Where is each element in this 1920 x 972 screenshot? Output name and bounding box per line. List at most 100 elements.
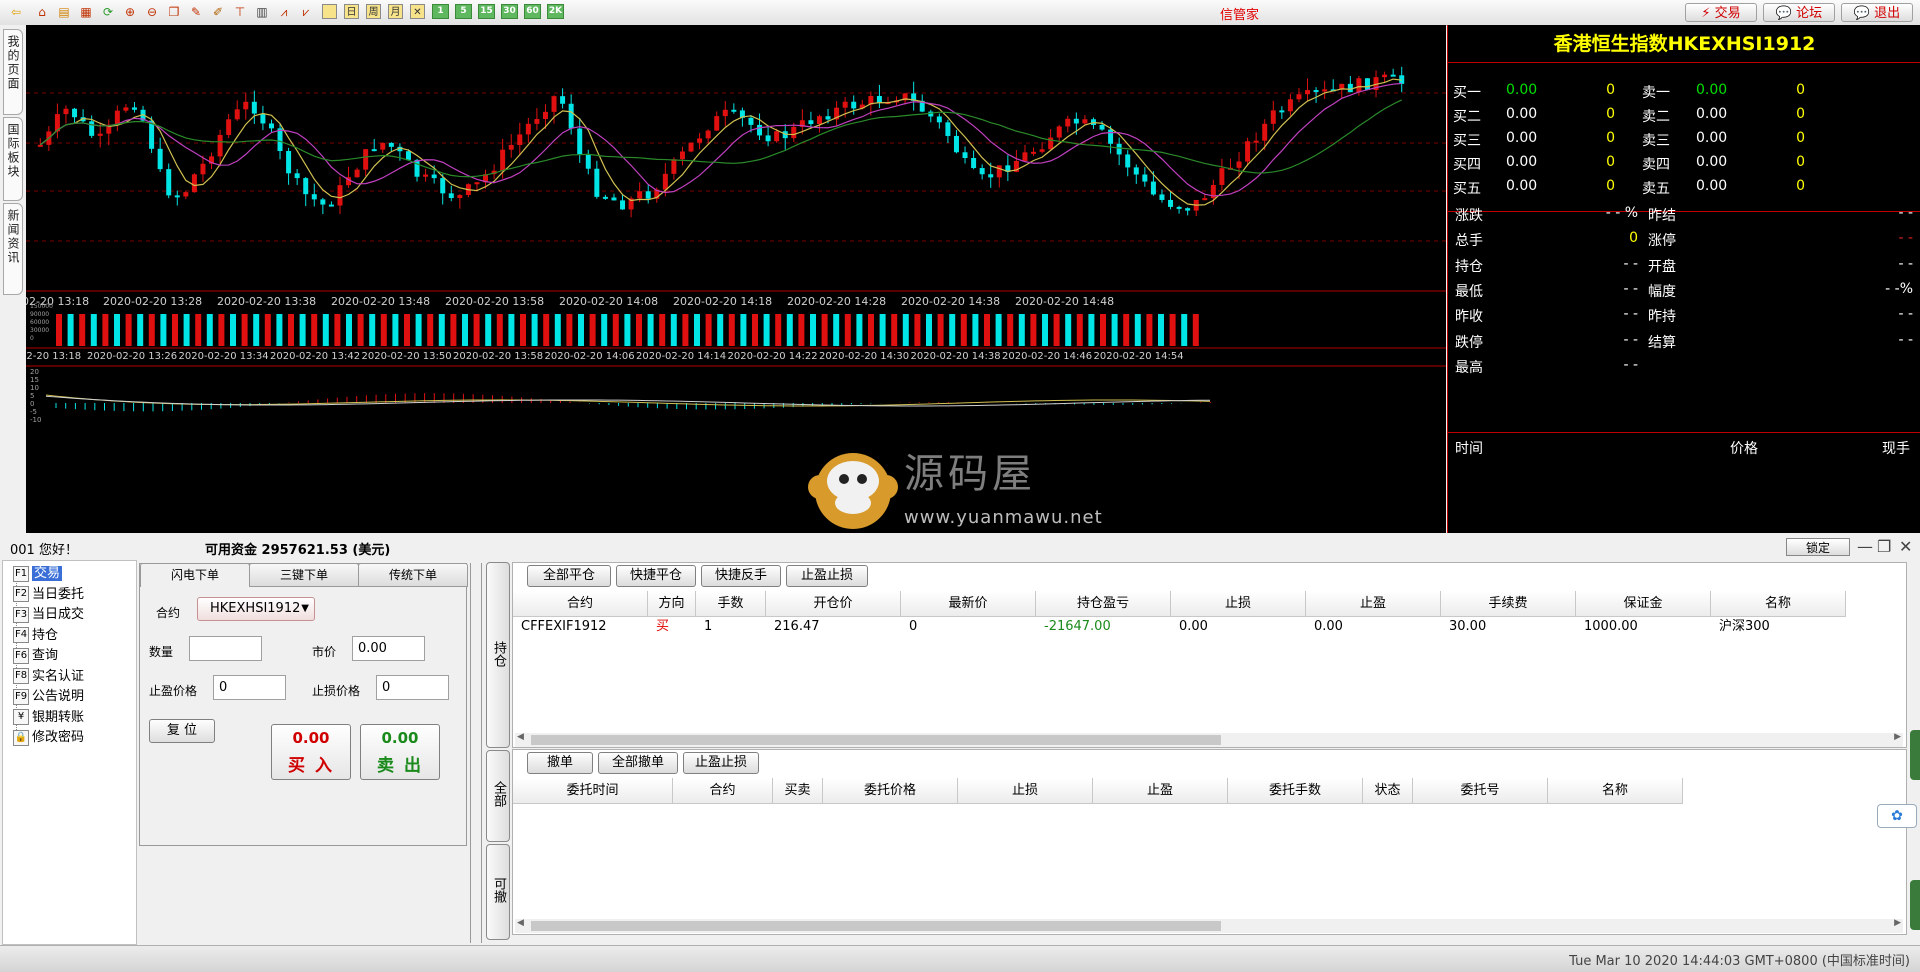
order-action-button[interactable]: 全部撤单 [598,752,678,774]
position-action-button[interactable]: 止盈止损 [786,565,868,587]
column-header[interactable]: 合约 [673,778,773,804]
column-header[interactable]: 买卖 [773,778,823,804]
menu-item[interactable]: F4 持仓 [13,627,58,645]
refresh-book-icon[interactable]: ▦ [78,4,94,20]
month-button[interactable]: 月 [388,4,403,19]
column-header[interactable]: 合约 [513,591,648,617]
position-action-button[interactable]: 快捷平仓 [616,565,696,587]
scroll-right-icon[interactable]: ▶ [1894,732,1901,742]
tab-positions[interactable]: 持仓 [486,562,510,748]
back-arrow-icon[interactable]: ⇦ [8,4,24,20]
tab-my-page[interactable]: 我的页面 [3,29,23,115]
tab-traditional-order[interactable]: 传统下单 [358,563,468,587]
scroll-right-icon[interactable]: ▶ [1894,918,1901,928]
period-2k-button[interactable]: 2K [547,4,564,19]
day-button[interactable]: 日 [344,4,359,19]
column-header[interactable]: 最新价 [901,591,1036,617]
calendar-day-icon[interactable] [322,4,337,19]
period-5min-button[interactable]: 5 [455,4,472,19]
splitter[interactable] [470,563,482,943]
column-header[interactable]: 止盈 [1306,591,1441,617]
column-header[interactable]: 手续费 [1441,591,1576,617]
order-action-button[interactable]: 止盈止损 [683,752,759,774]
menu-item[interactable]: F6 查询 [13,647,58,665]
column-header[interactable]: 状态 [1363,778,1413,804]
position-action-button[interactable]: 快捷反手 [701,565,781,587]
menu-item[interactable]: F9 公告说明 [13,688,84,706]
tab-flash-order[interactable]: 闪电下单 [140,563,250,587]
home-icon[interactable]: ⌂ [34,4,50,20]
stop-loss-input[interactable]: 0 [376,675,449,700]
zoom-in-icon[interactable]: ⊕ [122,4,138,20]
filter-icon[interactable]: ⊤ [232,4,248,20]
menu-item[interactable]: 🔒 修改密码 [13,729,84,747]
draw-icon[interactable]: ✐ [210,4,226,20]
buy-button[interactable]: 0.00 买 入 [271,724,351,780]
column-header[interactable]: 手数 [696,591,766,617]
scroll-thumb[interactable] [531,735,1221,745]
tab-all-orders[interactable]: 全部 [486,750,510,842]
period-15min-button[interactable]: 15 [478,4,495,19]
column-header[interactable]: 方向 [648,591,696,617]
cross-icon[interactable]: ✕ [410,4,425,19]
menu-item[interactable]: F8 实名认证 [13,668,84,686]
trend-chart-icon[interactable]: ⩗ [298,4,314,20]
refresh-icon[interactable]: ⟳ [100,4,116,20]
side-handle[interactable] [1910,730,1920,780]
position-action-button[interactable]: 全部平仓 [527,565,611,587]
column-header[interactable]: 委托手数 [1228,778,1363,804]
tab-international[interactable]: 国际板块 [3,117,23,201]
forum-button[interactable]: 💬 论坛 [1763,3,1835,22]
line-chart-icon[interactable]: ⩘ [276,4,292,20]
column-header[interactable]: 止盈 [1093,778,1228,804]
tab-cancelable[interactable]: 可撤 [486,844,510,940]
menu-item[interactable]: F1 交易 [13,565,63,583]
restore-icon[interactable]: ❐ [1877,537,1891,556]
pencil-icon[interactable]: ✎ [188,4,204,20]
scroll-thumb[interactable] [531,921,1221,931]
folder-icon[interactable]: ▤ [56,4,72,20]
tab-news[interactable]: 新闻资讯 [3,203,23,295]
column-header[interactable]: 保证金 [1576,591,1711,617]
sell-button[interactable]: 0.00 卖 出 [360,724,440,780]
column-header[interactable]: 委托时间 [513,778,673,804]
period-60min-button[interactable]: 60 [524,4,541,19]
horizontal-scrollbar[interactable]: ◀ ▶ [515,918,1903,933]
take-profit-input[interactable]: 0 [213,675,286,700]
chart-canvas[interactable]: 02-20 13:18 2020-02-20 13:28 2020-02-20 13… [20,25,1446,533]
period-30min-button[interactable]: 30 [501,4,518,19]
menu-item[interactable]: F2 当日委托 [13,586,84,604]
column-header[interactable]: 开仓价 [766,591,901,617]
menu-item[interactable]: ¥ 银期转账 [13,709,84,727]
column-header[interactable]: 名称 [1548,778,1683,804]
lock-button[interactable]: 锁定 [1786,538,1850,556]
side-handle[interactable] [1910,880,1920,930]
trade-button[interactable]: ⚡ 交易 [1685,3,1757,22]
contract-select[interactable]: HKEXHSI1912 ▼ [197,597,315,621]
zoom-out-icon[interactable]: ⊖ [144,4,160,20]
scroll-left-icon[interactable]: ◀ [517,732,524,742]
period-1min-button[interactable]: 1 [432,4,449,19]
column-header[interactable]: 委托价格 [823,778,958,804]
column-header[interactable]: 止损 [1171,591,1306,617]
column-header[interactable]: 持仓盈亏 [1036,591,1171,617]
week-button[interactable]: 周 [366,4,381,19]
column-header[interactable]: 委托号 [1413,778,1548,804]
reset-button[interactable]: 复 位 [149,719,215,743]
close-icon[interactable]: ✕ [1899,537,1912,556]
minimize-icon[interactable]: — [1857,537,1873,556]
column-header[interactable]: 名称 [1711,591,1846,617]
horizontal-scrollbar[interactable]: ◀ ▶ [515,732,1903,747]
table-icon[interactable]: ▥ [254,4,270,20]
scroll-left-icon[interactable]: ◀ [517,918,524,928]
window-icon[interactable]: ❐ [166,4,182,20]
share-icon[interactable]: ✿ [1877,804,1917,828]
market-price-input[interactable]: 0.00 [352,636,425,661]
table-row[interactable]: CFFEXIF1912 买 1 216.47 0 -21647.00 0.00 0.00 30.… [513,618,1893,638]
order-action-button[interactable]: 撤单 [527,752,593,774]
tab-three-key-order[interactable]: 三键下单 [249,563,359,587]
column-header[interactable]: 止损 [958,778,1093,804]
quantity-input[interactable] [189,636,262,661]
exit-button[interactable]: 💬 退出 [1841,3,1913,22]
chart-area[interactable]: 02-20 13:18 2020-02-20 13:28 2020-02-20 13… [20,25,1446,533]
